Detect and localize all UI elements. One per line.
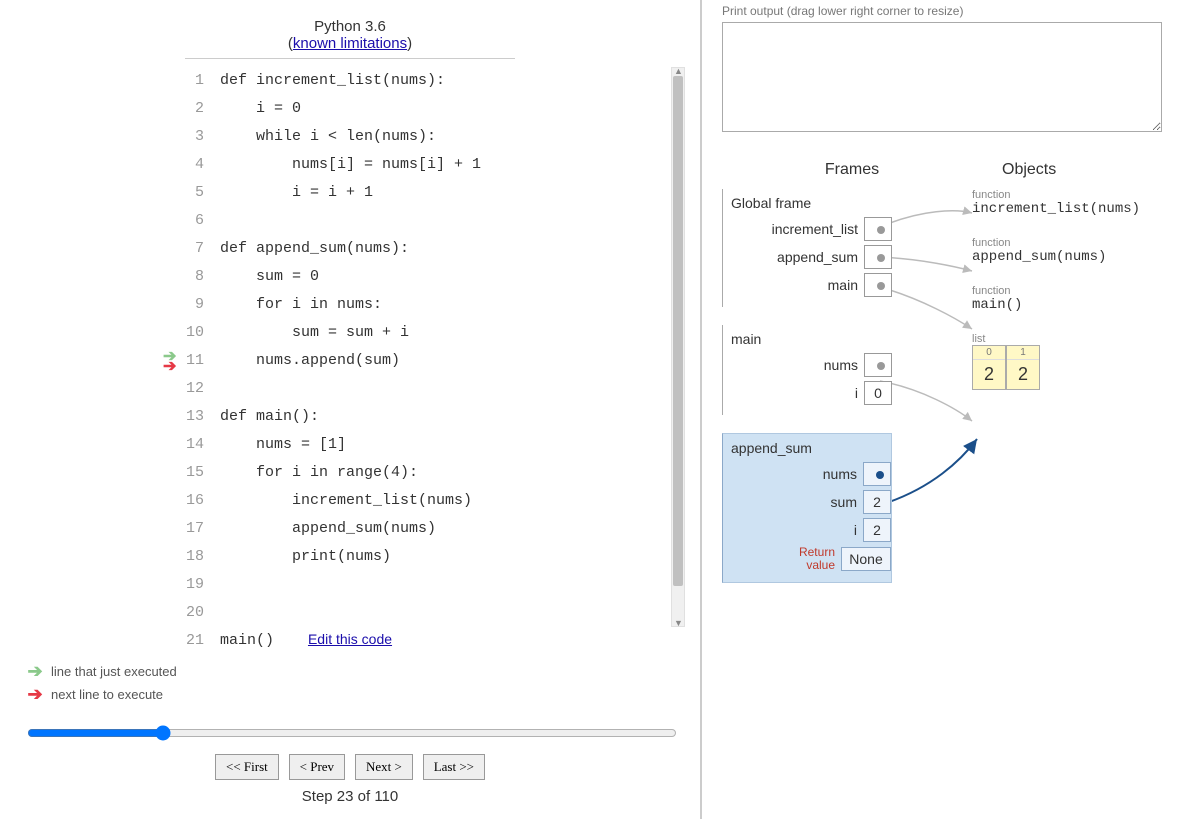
frame-title: main	[723, 331, 892, 347]
legend-green-arrow-icon: ➔	[25, 661, 45, 682]
header-divider	[185, 58, 515, 59]
frame-title: append_sum	[723, 440, 891, 456]
legend-just-executed: line that just executed	[51, 664, 177, 679]
next-button[interactable]: Next >	[355, 754, 413, 780]
object-value: increment_list(nums)	[972, 201, 1171, 217]
objects-header: Objects	[982, 161, 1171, 179]
code-body: def increment_list(nums): i = 0 while i …	[220, 67, 671, 627]
object-value: append_sum(nums)	[972, 249, 1171, 265]
code-header: Python 3.6 (known limitations)	[15, 18, 685, 52]
var-label: nums	[823, 466, 863, 482]
object-kind: function	[972, 189, 1171, 201]
append-sum-frame: append_sum nums sum2 i2 Return valueNone	[722, 433, 892, 583]
language-label: Python 3.6	[314, 18, 386, 35]
next-line-arrow-icon: ➔	[163, 356, 176, 376]
list-cell: 02	[972, 345, 1006, 390]
var-box	[864, 217, 892, 241]
step-slider[interactable]	[27, 725, 677, 741]
list-cell: 12	[1006, 345, 1040, 390]
var-box: 2	[863, 490, 891, 514]
output-label: Print output (drag lower right corner to…	[722, 4, 1171, 18]
return-value: None	[841, 547, 891, 571]
prev-button[interactable]: < Prev	[289, 754, 345, 780]
object-kind: function	[972, 285, 1171, 297]
arrow-legend: ➔ line that just executed ➔ next line to e…	[25, 661, 685, 705]
code-scrollbar[interactable]: ▲ ▼	[671, 67, 685, 627]
print-output[interactable]	[722, 22, 1162, 132]
pointer-dot-icon	[877, 226, 885, 234]
object-value: main()	[972, 297, 1171, 313]
pointer-dot-icon	[877, 362, 885, 370]
object-function: function append_sum(nums)	[972, 237, 1171, 265]
main-frame: main nums i0	[722, 325, 892, 415]
object-kind: function	[972, 237, 1171, 249]
scrollbar-thumb[interactable]	[673, 76, 683, 586]
var-label: main	[828, 277, 864, 293]
frames-header: Frames	[722, 161, 982, 179]
code-area: 123456789101112131415161718192021 def in…	[15, 67, 685, 627]
scroll-down-icon[interactable]: ▼	[674, 618, 683, 628]
var-box: 0	[864, 381, 892, 405]
global-frame: Global frame increment_list append_sum m…	[722, 189, 892, 307]
step-counter: Step 23 of 110	[15, 788, 685, 805]
known-limitations-link[interactable]: known limitations	[293, 35, 407, 52]
var-box	[864, 245, 892, 269]
pointer-dot-icon	[876, 471, 884, 479]
var-box: 2	[863, 518, 891, 542]
frame-title: Global frame	[723, 195, 892, 211]
var-box	[864, 353, 892, 377]
last-button[interactable]: Last >>	[423, 754, 485, 780]
var-box	[864, 273, 892, 297]
line-number-gutter: 123456789101112131415161718192021	[180, 67, 210, 627]
scroll-up-icon[interactable]: ▲	[674, 66, 683, 76]
legend-next: next line to execute	[51, 687, 163, 702]
legend-red-arrow-icon: ➔	[25, 684, 45, 705]
object-function: function increment_list(nums)	[972, 189, 1171, 217]
return-label: Return value	[799, 546, 841, 572]
var-label: i	[854, 522, 863, 538]
var-label: sum	[831, 494, 863, 510]
var-label: increment_list	[772, 221, 864, 237]
var-label: append_sum	[777, 249, 864, 265]
first-button[interactable]: << First	[215, 754, 279, 780]
var-label: i	[855, 385, 864, 401]
object-kind: list	[972, 333, 1171, 345]
object-function: function main()	[972, 285, 1171, 313]
object-list: list 02 12	[972, 333, 1171, 390]
var-box	[863, 462, 891, 486]
pointer-dot-icon	[877, 282, 885, 290]
pointer-dot-icon	[877, 254, 885, 262]
var-label: nums	[824, 357, 864, 373]
